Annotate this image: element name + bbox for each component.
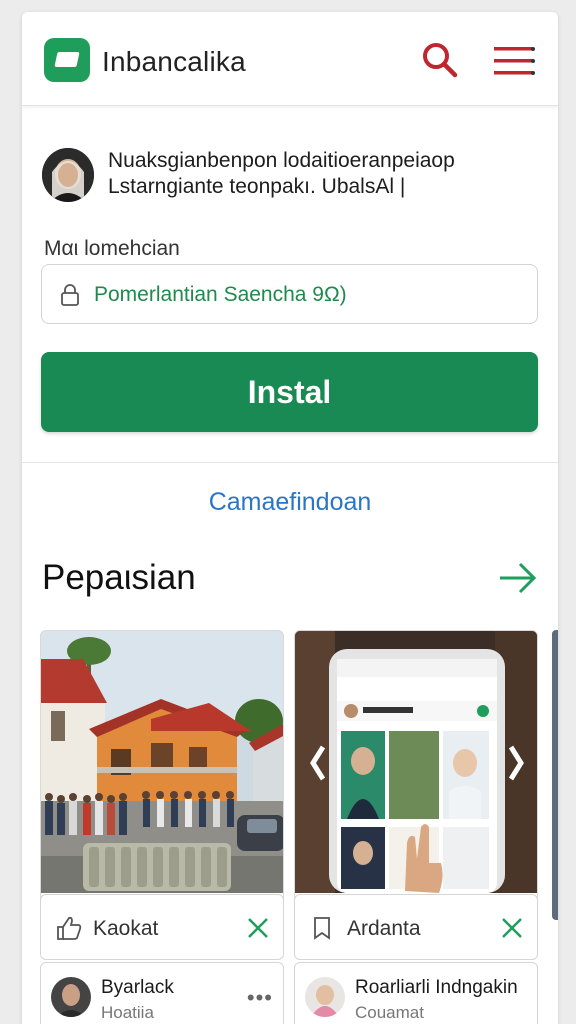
card-action-bar: Ardanta bbox=[294, 894, 538, 960]
field-label: Mαι lomehcian bbox=[44, 237, 180, 260]
author-name: Roarliarli Indngakin bbox=[355, 977, 518, 998]
bookmark-icon[interactable] bbox=[309, 915, 337, 941]
divider bbox=[22, 462, 558, 463]
search-icon bbox=[423, 43, 458, 78]
more-options-icon[interactable]: ••• bbox=[247, 985, 273, 1011]
media-card[interactable] bbox=[294, 630, 538, 926]
app-title: Inbancalika bbox=[102, 46, 246, 77]
app-screen: Inbancalika Nuaksgianbenpon lodaitioeran… bbox=[22, 12, 558, 1024]
card-image bbox=[295, 631, 537, 893]
close-icon[interactable] bbox=[245, 915, 271, 941]
close-icon[interactable] bbox=[499, 915, 525, 941]
author-row[interactable]: Byarlack Hoatiia ••• bbox=[40, 962, 284, 1024]
install-button[interactable]: Instal bbox=[41, 352, 538, 432]
thumbs-up-icon[interactable] bbox=[55, 915, 83, 941]
author-avatar[interactable] bbox=[305, 977, 345, 1017]
details-link[interactable]: Camaefindoan bbox=[22, 488, 558, 517]
card-action-label[interactable]: Ardanta bbox=[347, 917, 421, 941]
lock-icon bbox=[61, 284, 79, 306]
intro-line-1: Nuaksgianbenpon lodaitioeranpeiaop bbox=[108, 149, 455, 172]
card-action-bar: Kaokat bbox=[40, 894, 284, 960]
author-subtitle: Couamat bbox=[355, 1003, 424, 1022]
arrow-right-icon bbox=[500, 562, 537, 594]
menu-button[interactable] bbox=[492, 44, 536, 78]
intro-text: Nuaksgianbenpon lodaitioeranpeiaop Lstar… bbox=[108, 148, 548, 200]
author-name: Byarlack bbox=[101, 977, 174, 998]
card-image bbox=[41, 631, 283, 893]
user-avatar[interactable] bbox=[42, 148, 94, 202]
top-app-bar: Inbancalika bbox=[22, 12, 558, 106]
search-field[interactable]: Pomerlantian Saencha 9Ω) bbox=[41, 264, 538, 324]
app-logo-icon bbox=[44, 38, 90, 82]
author-subtitle: Hoatiia bbox=[101, 1003, 154, 1022]
section-title: Pepaιsian bbox=[42, 558, 196, 597]
intro-line-2: Lstarngiante teonpakı. UbalsAl | bbox=[108, 175, 406, 198]
search-button[interactable] bbox=[420, 40, 460, 80]
field-value: Pomerlantian Saencha 9Ω) bbox=[94, 283, 347, 306]
hamburger-menu-icon bbox=[494, 47, 535, 75]
author-row[interactable]: Roarliarli Indngakin Couamat bbox=[294, 962, 538, 1024]
card-action-label[interactable]: Kaokat bbox=[93, 917, 158, 941]
author-avatar[interactable] bbox=[51, 977, 91, 1017]
see-all-button[interactable] bbox=[496, 560, 540, 596]
media-card[interactable] bbox=[40, 630, 284, 926]
next-card-peek[interactable] bbox=[552, 630, 558, 920]
